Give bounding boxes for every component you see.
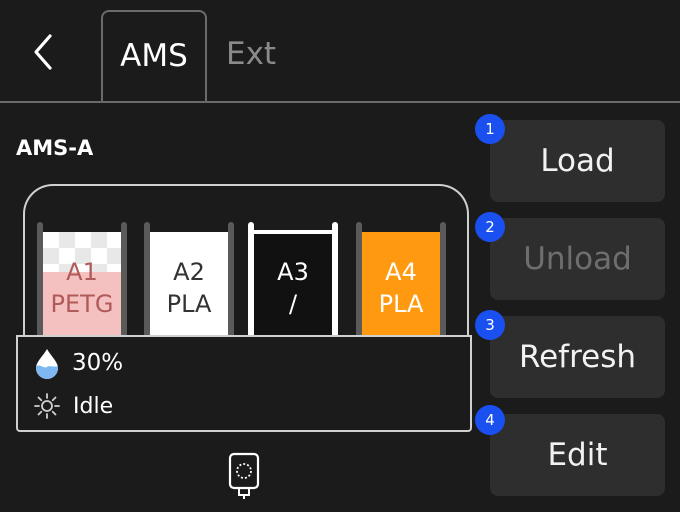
slot-material: PLA — [166, 290, 212, 318]
slot-id: A3 — [277, 258, 309, 286]
slot-a4[interactable]: A4 PLA — [356, 222, 446, 352]
slot-material: PLA — [378, 290, 424, 318]
step-badge: 3 — [475, 310, 505, 340]
tab-bar: AMS Ext — [0, 0, 680, 104]
back-button[interactable] — [26, 30, 66, 74]
tab-ext[interactable]: Ext — [226, 36, 276, 72]
sun-icon — [34, 393, 60, 419]
humidity-value: 30% — [72, 350, 124, 376]
step-badge: 1 — [475, 114, 505, 144]
slot-material: / — [288, 290, 298, 318]
slot-id: A1 — [66, 258, 98, 286]
water-drop-icon — [36, 349, 58, 379]
slot-id: A4 — [385, 258, 417, 286]
step-badge: 4 — [475, 405, 505, 435]
tab-ams[interactable]: AMS — [101, 10, 207, 103]
chevron-left-icon — [34, 34, 52, 70]
tab-ams-label: AMS — [120, 38, 188, 74]
edit-button[interactable]: Edit — [490, 414, 665, 496]
slot-a1[interactable]: A1 PETG — [37, 222, 127, 352]
tab-divider — [0, 101, 680, 103]
slot-a2[interactable]: A2 PLA — [144, 222, 234, 352]
slot-id: A2 — [173, 258, 205, 286]
step-badge: 2 — [475, 212, 505, 242]
extruder — [228, 452, 260, 500]
slot-material: PETG — [50, 290, 114, 318]
slot-a3[interactable]: A3 / — [248, 222, 338, 352]
status-text: Idle — [73, 393, 114, 419]
humidity-indicator: 30% — [34, 346, 123, 380]
selection-frame — [248, 230, 338, 234]
ams-unit-label: AMS-A — [16, 136, 94, 160]
unload-button[interactable]: Unload — [490, 218, 665, 300]
refresh-button[interactable]: Refresh — [490, 316, 665, 398]
load-button[interactable]: Load — [490, 120, 665, 202]
extruder-icon — [228, 452, 260, 499]
ams-status: Idle — [33, 391, 113, 421]
